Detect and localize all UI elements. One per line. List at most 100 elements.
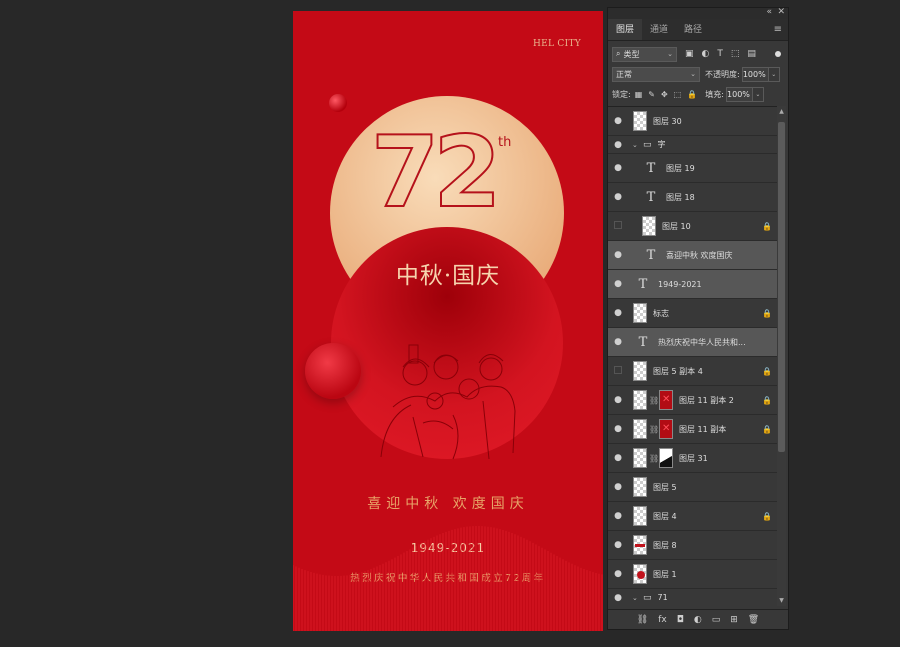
layer-name: 71 <box>657 593 668 602</box>
tab-channels[interactable]: 通道 <box>642 19 676 40</box>
visibility-eye-icon[interactable]: ● <box>608 140 628 150</box>
layer-name: 标志 <box>653 308 669 318</box>
layer-name: 热烈庆祝中华人民共和... <box>658 337 746 347</box>
text-layer-icon: T <box>646 247 656 263</box>
adjustment-filter-icon[interactable]: ◐ <box>702 49 710 59</box>
visibility-eye-icon[interactable]: ● <box>608 163 628 173</box>
text-filter-icon[interactable]: T <box>717 49 723 59</box>
link-layers-icon[interactable]: ⛓ <box>637 615 648 625</box>
layer-row[interactable]: ● 标志 🔒 <box>608 299 778 328</box>
visibility-eye-icon[interactable]: ● <box>608 395 628 405</box>
scroll-thumb[interactable] <box>778 122 785 452</box>
lock-transparent-icon[interactable]: ▦ <box>635 90 643 99</box>
layer-row[interactable]: ● ⛓ 图层 11 副本 🔒 <box>608 415 778 444</box>
visibility-eye-icon[interactable]: ● <box>608 250 628 260</box>
layer-name: 图层 4 <box>653 511 677 521</box>
collapse-icon[interactable]: « <box>766 7 772 17</box>
text-layer-icon: T <box>638 334 648 350</box>
lock-icon: 🔒 <box>762 308 772 318</box>
layer-thumbnail <box>633 303 647 323</box>
visibility-eye-icon[interactable]: ● <box>608 593 628 603</box>
layer-style-icon[interactable]: fx <box>658 615 667 625</box>
adjustment-layer-icon[interactable]: ◐ <box>694 615 702 625</box>
visibility-eye-icon[interactable] <box>608 366 628 377</box>
layer-row[interactable]: ● 图层 8 <box>608 531 778 560</box>
opacity-dropdown-arrow[interactable]: ⌄ <box>768 66 780 82</box>
visibility-eye-icon[interactable]: ● <box>608 482 628 492</box>
close-icon[interactable]: ✕ <box>777 7 785 17</box>
fill-label: 填充: <box>705 89 724 99</box>
fill-input[interactable]: 100% <box>725 86 753 102</box>
visibility-eye-icon[interactable]: ● <box>608 116 628 126</box>
new-group-icon[interactable]: ▭ <box>712 615 721 625</box>
scroll-up-icon[interactable]: ▲ <box>777 108 786 115</box>
layer-row[interactable]: 图层 5 副本 4 🔒 <box>608 357 778 386</box>
layers-panel: « ✕ 图层 通道 路径 ≡ ⌕ 类型 ⌄ ▣ ◐ T ⬚ ▤ 正常 ⌄ 不透明… <box>607 7 789 630</box>
delete-layer-icon[interactable]: 🗑 <box>748 615 759 625</box>
filter-kind-dropdown[interactable]: ⌕ 类型 ⌄ <box>612 46 677 62</box>
pixel-filter-icon[interactable]: ▣ <box>685 49 694 59</box>
layer-mask-thumbnail[interactable] <box>659 419 673 439</box>
blend-mode-label: 正常 <box>616 69 632 79</box>
visibility-eye-icon[interactable] <box>608 221 628 232</box>
photoshop-workspace: HEL CITY 72 th 中秋·国庆 喜迎中秋 欢度国庆 1949-2021… <box>0 0 900 647</box>
layer-mask-thumbnail[interactable] <box>659 390 673 410</box>
layer-group-row[interactable]: ● ⌄ ▭ 71 <box>608 589 778 606</box>
fill-dropdown-arrow[interactable]: ⌄ <box>752 86 764 102</box>
layer-row[interactable]: ● T 1949-2021 <box>608 270 778 299</box>
group-expand-icon[interactable]: ⌄ <box>632 594 640 602</box>
smart-object-filter-icon[interactable]: ▤ <box>747 49 756 59</box>
lock-all-icon[interactable]: 🔒 <box>687 90 697 99</box>
visibility-eye-icon[interactable]: ● <box>608 279 628 289</box>
visibility-eye-icon[interactable]: ● <box>608 511 628 521</box>
layer-row[interactable]: ● ⛓ 图层 11 副本 2 🔒 <box>608 386 778 415</box>
opacity-input[interactable]: 100% <box>741 66 769 82</box>
visibility-eye-icon[interactable]: ● <box>608 192 628 202</box>
layer-thumbnail <box>633 390 647 410</box>
lock-icon: 🔒 <box>762 511 772 521</box>
visibility-eye-icon[interactable]: ● <box>608 453 628 463</box>
layer-thumbnail <box>633 111 647 131</box>
layer-group-row[interactable]: ● ⌄ ▭ 字 <box>608 136 778 154</box>
layer-row[interactable]: ● ⛓ 图层 31 <box>608 444 778 473</box>
layer-list-scrollbar[interactable]: ▲ ▼ <box>777 106 786 606</box>
tab-paths[interactable]: 路径 <box>676 19 710 40</box>
panel-menu-icon[interactable]: ≡ <box>774 24 782 35</box>
group-expand-icon[interactable]: ⌄ <box>632 141 640 149</box>
mask-link-icon[interactable]: ⛓ <box>649 425 659 434</box>
visibility-eye-icon[interactable]: ● <box>608 337 628 347</box>
lock-artboard-icon[interactable]: ⬚ <box>674 90 682 99</box>
folder-icon: ▭ <box>643 139 652 150</box>
layer-row[interactable]: ● 图层 30 <box>608 107 778 136</box>
poster-canvas[interactable]: HEL CITY 72 th 中秋·国庆 喜迎中秋 欢度国庆 1949-2021… <box>293 11 603 631</box>
layer-row[interactable]: 图层 10 🔒 <box>608 212 778 241</box>
layer-row[interactable]: ● T 喜迎中秋 欢度国庆 <box>608 241 778 270</box>
mask-link-icon[interactable]: ⛓ <box>649 454 659 463</box>
mask-link-icon[interactable]: ⛓ <box>649 396 659 405</box>
visibility-eye-icon[interactable]: ● <box>608 308 628 318</box>
layer-mask-thumbnail[interactable] <box>659 448 673 468</box>
lock-position-icon[interactable]: ✥ <box>661 90 668 99</box>
add-mask-icon[interactable]: ◘ <box>677 615 684 625</box>
layer-row[interactable]: ● 图层 5 <box>608 473 778 502</box>
new-layer-icon[interactable]: ⊞ <box>730 615 738 625</box>
shape-filter-icon[interactable]: ⬚ <box>731 49 740 59</box>
family-line-art <box>380 344 516 460</box>
visibility-eye-icon[interactable]: ● <box>608 569 628 579</box>
layer-row[interactable]: ● 图层 1 <box>608 560 778 589</box>
tab-layers[interactable]: 图层 <box>608 19 643 40</box>
filter-toggle[interactable] <box>775 51 781 57</box>
lock-icon: 🔒 <box>762 366 772 376</box>
layer-thumbnail <box>633 419 647 439</box>
lock-pixels-icon[interactable]: ✎ <box>648 90 655 99</box>
lock-icon: 🔒 <box>762 424 772 434</box>
visibility-eye-icon[interactable]: ● <box>608 540 628 550</box>
layer-row[interactable]: ● T 热烈庆祝中华人民共和... <box>608 328 778 357</box>
layer-row[interactable]: ● T 图层 19 <box>608 154 778 183</box>
layer-thumbnail <box>633 564 647 584</box>
scroll-down-icon[interactable]: ▼ <box>777 597 786 604</box>
layer-row[interactable]: ● 图层 4 🔒 <box>608 502 778 531</box>
visibility-eye-icon[interactable]: ● <box>608 424 628 434</box>
layer-row[interactable]: ● T 图层 18 <box>608 183 778 212</box>
blend-mode-dropdown[interactable]: 正常 ⌄ <box>612 66 700 82</box>
